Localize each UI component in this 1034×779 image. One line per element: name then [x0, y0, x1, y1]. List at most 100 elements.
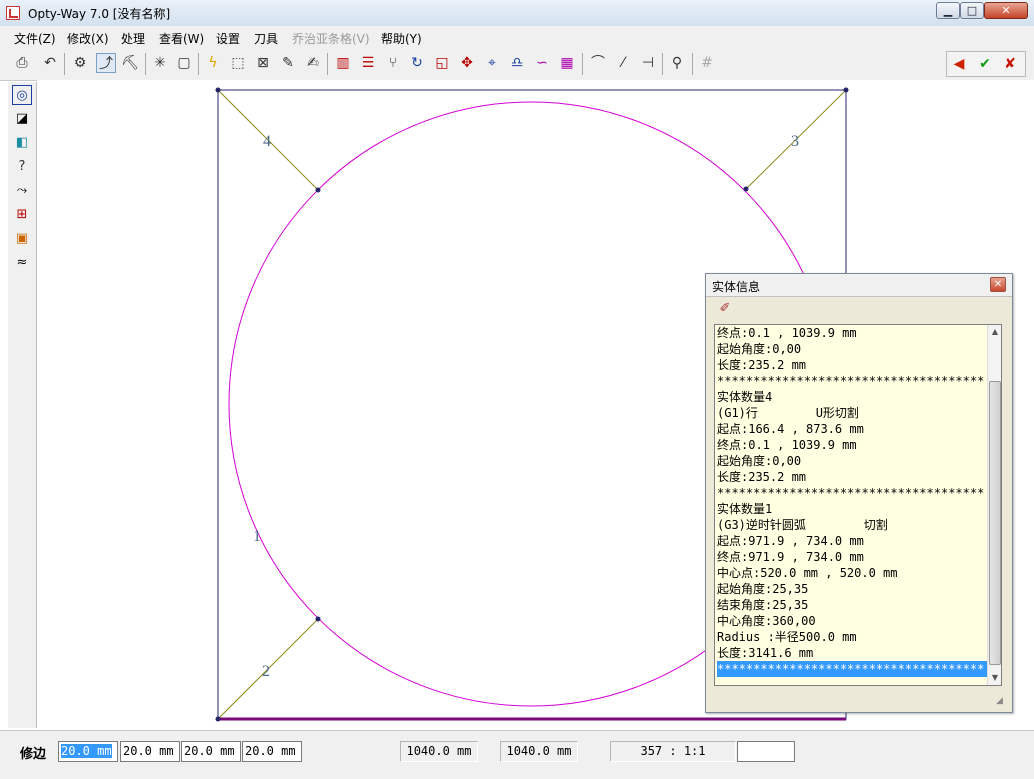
info-line[interactable]: 结束角度:25,35 [717, 597, 987, 613]
cross-box-icon[interactable]: ⊠ [253, 53, 273, 73]
info-line[interactable]: ************************************* [717, 661, 987, 677]
lightning-icon[interactable]: ϟ [203, 53, 223, 73]
info-scrollbar[interactable]: ▲ ▼ [987, 325, 1001, 685]
info-line[interactable]: 起始角度:0,00 [717, 453, 987, 469]
status-blank-field[interactable] [737, 741, 795, 762]
menu-settings[interactable]: 设置 [216, 30, 240, 47]
trim-field-2[interactable]: 20.0 mm [120, 741, 180, 762]
info-line[interactable]: (G1)行 U形切割 [717, 405, 987, 421]
info-line[interactable]: 起点:166.4 , 873.6 mm [717, 421, 987, 437]
info-line[interactable]: 中心角度:360,00 [717, 613, 987, 629]
rotate-icon[interactable]: ↻ [407, 53, 427, 73]
cut-line-icon[interactable]: ⊣ [638, 53, 658, 73]
title-bar: Opty-Way 7.0 [没有名称] ▁ □ ✕ [0, 0, 1034, 27]
info-line[interactable]: Radius :半径500.0 mm [717, 629, 987, 645]
scale-icon[interactable]: ◱ [432, 53, 452, 73]
stamp-icon[interactable]: ⚲ [667, 53, 687, 73]
rect-diagonal-icon[interactable]: ◪ [12, 109, 32, 129]
eraser-icon[interactable]: ✐ [714, 298, 736, 320]
info-line[interactable]: 实体数量4 [717, 389, 987, 405]
entity-info-panel[interactable]: 实体信息 ✕ ✐ 终点:0.1 , 1039.9 mm 起始角度:0,00 长度:2… [705, 273, 1013, 713]
sheet-height: 1040.0 mm [500, 741, 578, 762]
tool-icon[interactable]: ⛏ [120, 53, 140, 73]
info-line[interactable]: 终点:0.1 , 1039.9 mm [717, 437, 987, 453]
scroll-thumb[interactable] [989, 381, 1001, 665]
palette-icon[interactable]: ◧ [12, 133, 32, 153]
trim-field-3[interactable]: 20.0 mm [181, 741, 241, 762]
toolbar-separator [64, 53, 65, 75]
status-bar: 修边 20.0 mm 20.0 mm 20.0 mm 20.0 mm 1040.… [0, 730, 1034, 779]
frame-icon[interactable]: ⬚ [228, 53, 248, 73]
feather-icon[interactable]: ⁄ [613, 53, 633, 73]
menu-tools[interactable]: 刀具 [254, 30, 278, 47]
node-point [315, 616, 321, 622]
branch-icon[interactable]: ⑂ [383, 53, 403, 73]
info-line[interactable]: 长度:235.2 mm [717, 357, 987, 373]
brush-icon[interactable]: ✍ [303, 53, 323, 73]
menu-process[interactable]: 处理 [121, 30, 145, 47]
toolbar-separator [692, 53, 693, 75]
grid-small-icon[interactable]: ▦ [557, 53, 577, 73]
close-button[interactable]: ✕ [984, 2, 1028, 19]
confirm-toolbar: ◀ ✔ ✘ [946, 51, 1026, 77]
columns-icon[interactable]: ▥ [333, 53, 353, 73]
undo-icon[interactable]: ↶ [40, 53, 60, 73]
settings-icon[interactable]: ⚙ [70, 53, 90, 73]
info-line[interactable]: 中心点:520.0 mm , 520.0 mm [717, 565, 987, 581]
panel-title-bar[interactable]: 实体信息 ✕ [706, 274, 1012, 297]
info-line[interactable]: 长度:235.2 mm [717, 469, 987, 485]
scroll-down-icon[interactable]: ▼ [988, 671, 1001, 685]
zoom-readout: 357 : 1:1 [610, 741, 736, 762]
minimize-button[interactable]: ▁ [936, 2, 960, 19]
pen-icon[interactable]: ✎ [278, 53, 298, 73]
info-line[interactable]: 终点:0.1 , 1039.9 mm [717, 325, 987, 341]
path-icon[interactable]: ⤴ [96, 53, 116, 73]
trim-field-1[interactable]: 20.0 mm [58, 741, 118, 762]
select-rect-icon[interactable]: ▢ [174, 53, 194, 73]
color-blocks-icon[interactable]: ▣ [12, 229, 32, 249]
circle-frame-icon[interactable]: ◎ [12, 85, 32, 105]
info-line[interactable]: 长度:3141.6 mm [717, 645, 987, 661]
menu-view[interactable]: 查看(W) [159, 30, 204, 47]
check-icon[interactable]: ✔ [975, 54, 995, 74]
lead-label-1: 1 [253, 528, 261, 545]
info-line[interactable]: ************************************* [717, 485, 987, 501]
print-icon[interactable]: ⎙ [12, 53, 32, 73]
app-icon [6, 6, 20, 20]
cross-icon[interactable]: ✘ [1000, 54, 1020, 74]
move-icon[interactable]: ✥ [457, 53, 477, 73]
lead-label-3: 3 [791, 133, 799, 150]
info-line[interactable]: 起始角度:0,00 [717, 341, 987, 357]
scroll-up-icon[interactable]: ▲ [988, 325, 1001, 339]
maximize-button[interactable]: □ [960, 2, 984, 19]
main-toolbar: ⎙ ↶ ⚙ ⤴ ⛏ ✳ ▢ ϟ ⬚ ⊠ ✎ ✍ ▥ ☰ ⑂ ↻ ◱ ✥ ⌖ ♎ … [0, 48, 1034, 81]
arc-icon[interactable]: ⌒ [588, 53, 608, 73]
info-line[interactable]: 实体数量1 [717, 501, 987, 517]
info-line[interactable]: 起始角度:25,35 [717, 581, 987, 597]
target-icon[interactable]: ⌖ [482, 53, 502, 73]
trim-field-4[interactable]: 20.0 mm [242, 741, 302, 762]
help-icon[interactable]: ? [12, 157, 32, 177]
toolbar-separator [145, 53, 146, 75]
panel-close-button[interactable]: ✕ [990, 277, 1006, 292]
toolbar-separator [198, 53, 199, 75]
trim-label: 修边 [20, 747, 47, 762]
menu-help[interactable]: 帮助(Y) [381, 30, 422, 47]
info-line[interactable]: (G3)逆时针圆弧 切割 [717, 517, 987, 533]
back-arrow-icon[interactable]: ◀ [949, 54, 969, 74]
path-tool-icon[interactable]: ⤳ [12, 181, 32, 201]
flowchart-icon[interactable]: ⊞ [12, 205, 32, 225]
align-icon[interactable]: ☰ [358, 53, 378, 73]
info-line[interactable]: 终点:971.9 , 734.0 mm [717, 549, 987, 565]
toolbar-separator [582, 53, 583, 75]
wave-icon[interactable]: ≈ [12, 253, 32, 273]
resize-grip-icon[interactable]: ◢ [996, 696, 1008, 708]
explode-icon[interactable]: ✳ [150, 53, 170, 73]
shape-icon[interactable]: ♎ [507, 53, 527, 73]
menu-modify[interactable]: 修改(X) [67, 30, 109, 47]
entity-info-text[interactable]: 终点:0.1 , 1039.9 mm 起始角度:0,00 长度:235.2 mm **… [714, 324, 1002, 686]
info-line[interactable]: ************************************* [717, 373, 987, 389]
info-line[interactable]: 起点:971.9 , 734.0 mm [717, 533, 987, 549]
menu-file[interactable]: 文件(Z) [14, 30, 56, 47]
curve-icon[interactable]: ∽ [532, 53, 552, 73]
